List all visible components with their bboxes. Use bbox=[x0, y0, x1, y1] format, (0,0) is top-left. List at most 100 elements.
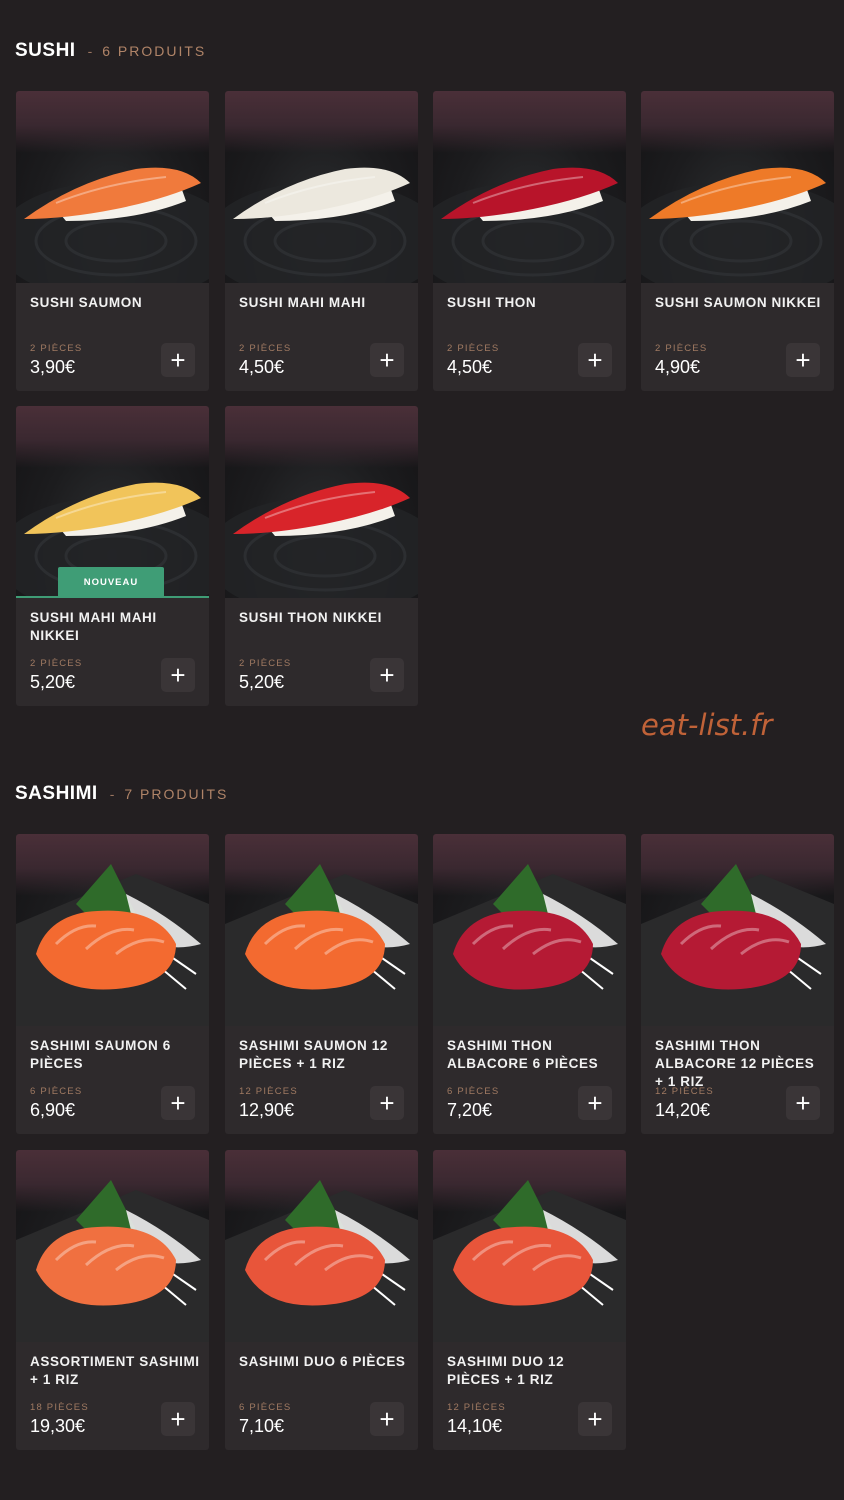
product-name[interactable]: SUSHI THON NIKKEI bbox=[239, 609, 409, 627]
product-quantity: 2 PIÈCES bbox=[655, 343, 708, 354]
product-price: 12,90€ bbox=[239, 1100, 295, 1120]
product-name[interactable]: SUSHI SAUMON NIKKEI bbox=[655, 294, 825, 312]
add-to-cart-button[interactable]: + bbox=[161, 1402, 195, 1436]
add-to-cart-button[interactable]: + bbox=[370, 1402, 404, 1436]
product-name[interactable]: ASSORTIMENT SASHIMI + 1 RIZ bbox=[30, 1353, 200, 1389]
product-card[interactable]: NOUVEAU SUSHI MAHI MAHI NIKKEI 2 PIÈCES 5,2… bbox=[16, 406, 209, 706]
add-to-cart-button[interactable]: + bbox=[370, 658, 404, 692]
product-quantity: 2 PIÈCES bbox=[239, 658, 292, 669]
product-card[interactable]: SUSHI SAUMON 2 PIÈCES 3,90€ + bbox=[16, 91, 209, 391]
product-card[interactable]: SUSHI THON NIKKEI 2 PIÈCES 5,20€ + bbox=[225, 406, 418, 706]
product-card[interactable]: SASHIMI DUO 6 PIÈCES 6 PIÈCES 7,10€ + bbox=[225, 1150, 418, 1450]
product-price: 5,20€ bbox=[30, 672, 76, 692]
section-product-count: 6 PRODUITS bbox=[102, 43, 207, 59]
add-to-cart-button[interactable]: + bbox=[578, 343, 612, 377]
plus-icon: + bbox=[379, 1088, 395, 1118]
product-photo bbox=[16, 864, 209, 1026]
product-price: 4,50€ bbox=[239, 357, 285, 377]
add-to-cart-button[interactable]: + bbox=[578, 1402, 612, 1436]
product-quantity: 12 PIÈCES bbox=[239, 1086, 298, 1097]
product-image[interactable] bbox=[433, 834, 626, 1026]
product-price: 5,20€ bbox=[239, 672, 285, 692]
product-image[interactable] bbox=[641, 834, 834, 1026]
product-name[interactable]: SASHIMI DUO 12 PIÈCES + 1 RIZ bbox=[447, 1353, 617, 1389]
product-photo bbox=[433, 1180, 626, 1342]
add-to-cart-button[interactable]: + bbox=[786, 343, 820, 377]
product-quantity: 6 PIÈCES bbox=[30, 1086, 83, 1097]
section-title: SASHIMI bbox=[15, 783, 98, 804]
plus-icon: + bbox=[587, 1088, 603, 1118]
product-image[interactable] bbox=[641, 91, 834, 283]
product-photo bbox=[641, 167, 834, 283]
product-image[interactable] bbox=[16, 834, 209, 1026]
product-image[interactable] bbox=[16, 91, 209, 283]
product-price: 14,20€ bbox=[655, 1100, 711, 1120]
product-name[interactable]: SUSHI MAHI MAHI bbox=[239, 294, 409, 312]
section-separator: - bbox=[87, 43, 93, 59]
product-image[interactable] bbox=[225, 91, 418, 283]
add-to-cart-button[interactable]: + bbox=[161, 1086, 195, 1120]
sashimi-section-header: SASHIMI - 7 PRODUITS bbox=[15, 783, 228, 805]
plus-icon: + bbox=[379, 345, 395, 375]
product-name[interactable]: SUSHI SAUMON bbox=[30, 294, 200, 312]
product-card[interactable]: SASHIMI SAUMON 12 PIÈCES + 1 RIZ 12 PIÈCE… bbox=[225, 834, 418, 1134]
product-image[interactable] bbox=[16, 1150, 209, 1342]
plus-icon: + bbox=[795, 1088, 811, 1118]
plus-icon: + bbox=[379, 660, 395, 690]
product-card[interactable]: SASHIMI SAUMON 6 PIÈCES 6 PIÈCES 6,90€ + bbox=[16, 834, 209, 1134]
product-price: 6,90€ bbox=[30, 1100, 76, 1120]
product-price: 3,90€ bbox=[30, 357, 76, 377]
product-name[interactable]: SASHIMI DUO 6 PIÈCES bbox=[239, 1353, 409, 1371]
product-price: 4,50€ bbox=[447, 357, 493, 377]
product-photo bbox=[16, 167, 209, 283]
section-title: SUSHI bbox=[15, 40, 76, 61]
plus-icon: + bbox=[170, 1088, 186, 1118]
product-card[interactable]: SUSHI MAHI MAHI 2 PIÈCES 4,50€ + bbox=[225, 91, 418, 391]
product-photo bbox=[433, 167, 626, 283]
product-card[interactable]: SUSHI SAUMON NIKKEI 2 PIÈCES 4,90€ + bbox=[641, 91, 834, 391]
product-name[interactable]: SASHIMI SAUMON 6 PIÈCES bbox=[30, 1037, 200, 1073]
add-to-cart-button[interactable]: + bbox=[578, 1086, 612, 1120]
add-to-cart-button[interactable]: + bbox=[161, 658, 195, 692]
product-card[interactable]: SASHIMI DUO 12 PIÈCES + 1 RIZ 12 PIÈCES 14… bbox=[433, 1150, 626, 1450]
plus-icon: + bbox=[170, 345, 186, 375]
product-card[interactable]: ASSORTIMENT SASHIMI + 1 RIZ 18 PIÈCES 19,3… bbox=[16, 1150, 209, 1450]
product-card[interactable]: SASHIMI THON ALBACORE 12 PIÈCES + 1 RIZ 1… bbox=[641, 834, 834, 1134]
product-quantity: 18 PIÈCES bbox=[30, 1402, 89, 1413]
plus-icon: + bbox=[170, 660, 186, 690]
plus-icon: + bbox=[795, 345, 811, 375]
product-image[interactable] bbox=[433, 1150, 626, 1342]
product-name[interactable]: SUSHI THON bbox=[447, 294, 617, 312]
add-to-cart-button[interactable]: + bbox=[786, 1086, 820, 1120]
product-photo bbox=[641, 864, 834, 1026]
product-name[interactable]: SUSHI MAHI MAHI NIKKEI bbox=[30, 609, 200, 645]
product-card[interactable]: SUSHI THON 2 PIÈCES 4,50€ + bbox=[433, 91, 626, 391]
plus-icon: + bbox=[587, 1404, 603, 1434]
product-quantity: 2 PIÈCES bbox=[30, 343, 83, 354]
product-image[interactable] bbox=[225, 1150, 418, 1342]
product-name[interactable]: SASHIMI THON ALBACORE 6 PIÈCES bbox=[447, 1037, 617, 1073]
add-to-cart-button[interactable]: + bbox=[370, 1086, 404, 1120]
plus-icon: + bbox=[587, 345, 603, 375]
product-name[interactable]: SASHIMI SAUMON 12 PIÈCES + 1 RIZ bbox=[239, 1037, 409, 1073]
add-to-cart-button[interactable]: + bbox=[370, 343, 404, 377]
product-photo bbox=[225, 167, 418, 283]
plus-icon: + bbox=[379, 1404, 395, 1434]
sushi-section-header: SUSHI - 6 PRODUITS bbox=[15, 40, 206, 62]
product-quantity: 2 PIÈCES bbox=[447, 343, 500, 354]
product-photo bbox=[433, 864, 626, 1026]
product-card[interactable]: SASHIMI THON ALBACORE 6 PIÈCES 6 PIÈCES 7,… bbox=[433, 834, 626, 1134]
product-image[interactable] bbox=[225, 834, 418, 1026]
product-price: 14,10€ bbox=[447, 1416, 503, 1436]
product-name[interactable]: SASHIMI THON ALBACORE 12 PIÈCES + 1 RIZ bbox=[655, 1037, 825, 1091]
plus-icon: + bbox=[170, 1404, 186, 1434]
product-image[interactable] bbox=[225, 406, 418, 598]
product-price: 19,30€ bbox=[30, 1416, 86, 1436]
product-image[interactable] bbox=[433, 91, 626, 283]
section-separator: - bbox=[109, 786, 115, 802]
product-photo bbox=[225, 864, 418, 1026]
watermark: eat-list.fr bbox=[641, 708, 773, 742]
add-to-cart-button[interactable]: + bbox=[161, 343, 195, 377]
new-badge: NOUVEAU bbox=[58, 567, 164, 598]
product-price: 7,10€ bbox=[239, 1416, 285, 1436]
